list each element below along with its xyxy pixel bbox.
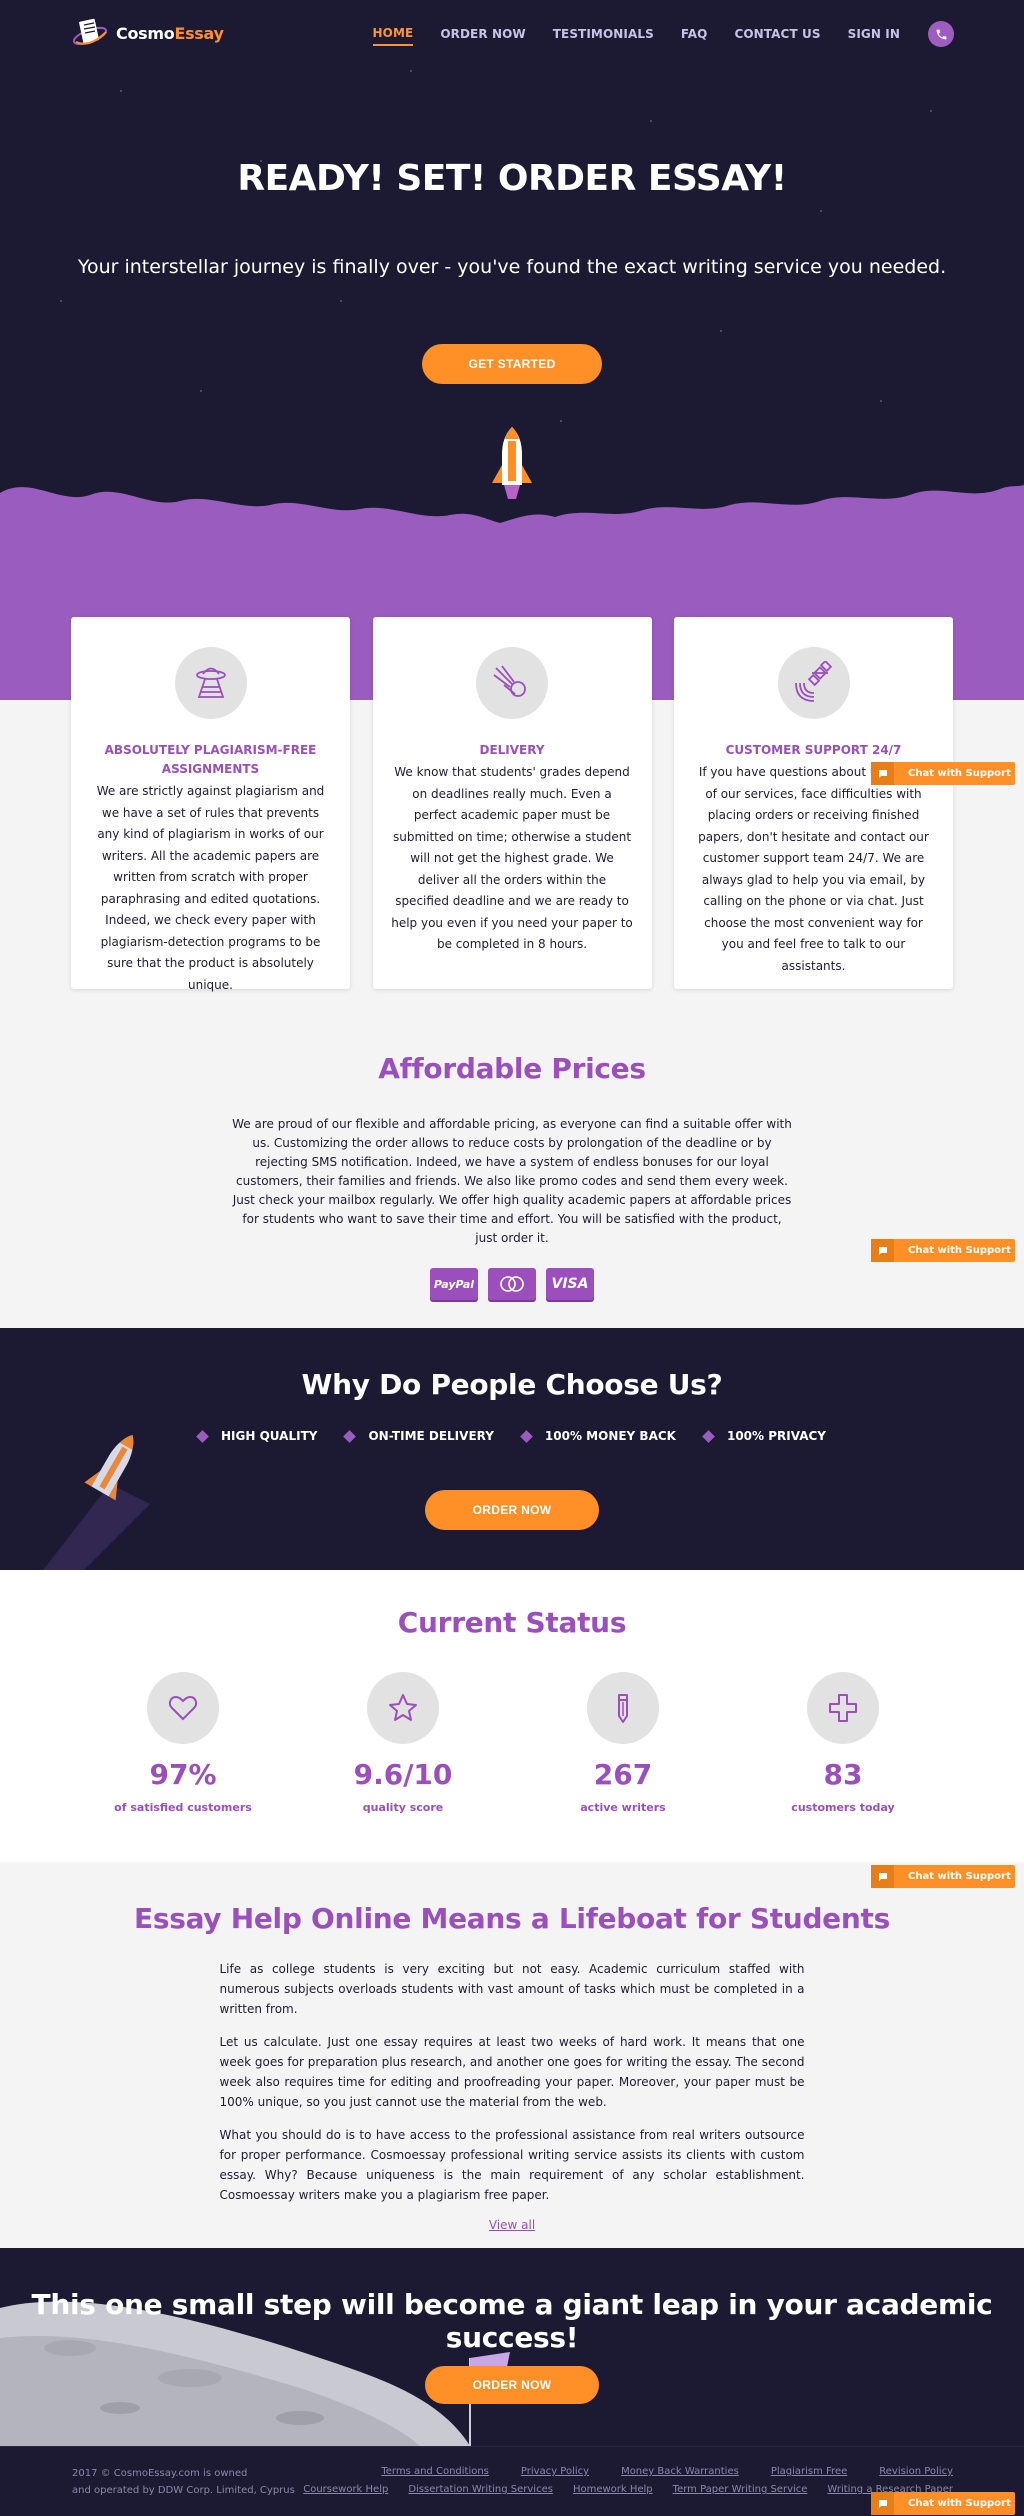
- comet-icon: [476, 647, 548, 719]
- phone-icon: [936, 29, 946, 39]
- stat-value: 97%: [149, 1758, 217, 1791]
- chat-with-support-button[interactable]: Chat with Support: [871, 762, 1015, 785]
- chat-with-support-button[interactable]: Chat with Support: [871, 1239, 1015, 1262]
- stat-label: customers today: [791, 1801, 895, 1814]
- why-benefits: HIGH QUALITY ON-TIME DELIVERY 100% MONEY…: [0, 1429, 1024, 1443]
- benefit-item: 100% MONEY BACK: [520, 1429, 676, 1443]
- paypal-badge: PayPal: [430, 1268, 478, 1300]
- footer-link[interactable]: Revision Policy: [879, 2466, 953, 2477]
- stat-value: 267: [593, 1758, 653, 1791]
- chat-with-support-button[interactable]: Chat with Support: [871, 2492, 1015, 2515]
- nav-home[interactable]: HOME: [372, 23, 414, 46]
- mastercard-icon: [488, 1268, 536, 1300]
- feature-text: We are strictly against plagiarism and w…: [96, 784, 325, 992]
- feature-title: ABSOLUTELY PLAGIARISM-FREE ASSIGNMENTS: [104, 743, 317, 776]
- feature-text: If you have questions about using any of…: [698, 765, 929, 973]
- nav-contact-us[interactable]: CONTACT US: [734, 20, 820, 48]
- satellite-icon: [777, 647, 850, 719]
- prices-section: Affordable Prices We are proud of our fl…: [0, 1000, 1024, 1328]
- chat-icon: [871, 2492, 894, 2515]
- current-status-section: Current Status 97% of satisfied customer…: [0, 1570, 1024, 1862]
- footer-link[interactable]: Dissertation Writing Services: [408, 2484, 553, 2495]
- stat-customers: 83 customers today: [748, 1672, 938, 1814]
- get-started-button[interactable]: GET STARTED: [422, 344, 602, 384]
- main-nav: HOME ORDER NOW TESTIMONIALS FAQ CONTACT …: [346, 20, 954, 48]
- feature-title: CUSTOMER SUPPORT 24/7: [725, 743, 902, 757]
- benefit-item: HIGH QUALITY: [196, 1429, 317, 1443]
- feature-card-delivery: DELIVERY We know that students' grades d…: [372, 617, 652, 989]
- feature-card-plagiarism: ABSOLUTELY PLAGIARISM-FREE ASSIGNMENTS W…: [71, 617, 350, 992]
- pencil-icon: [587, 1672, 659, 1744]
- why-title: Why Do People Choose Us?: [301, 1368, 723, 1401]
- order-now-button[interactable]: ORDER NOW: [425, 2366, 599, 2404]
- why-choose-us-section: Why Do People Choose Us? HIGH QUALITY ON…: [0, 1328, 1024, 1570]
- nav-testimonials[interactable]: TESTIMONIALS: [553, 20, 654, 48]
- feature-cards: ABSOLUTELY PLAGIARISM-FREE ASSIGNMENTS W…: [71, 617, 953, 992]
- star-icon: [367, 1672, 439, 1744]
- heart-icon: [147, 1672, 219, 1744]
- visa-badge: VISA: [546, 1268, 594, 1300]
- essay-title: Essay Help Online Means a Lifeboat for S…: [134, 1902, 890, 1935]
- footer-link[interactable]: Homework Help: [573, 2484, 653, 2495]
- diamond-icon: [702, 1429, 715, 1443]
- stat-value: 9.6/10: [353, 1758, 453, 1791]
- benefit-item: ON-TIME DELIVERY: [343, 1429, 494, 1443]
- stat-satisfied: 97% of satisfied customers: [88, 1672, 278, 1814]
- benefit-item: 100% PRIVACY: [702, 1429, 826, 1443]
- hero-subtitle: Your interstellar journey is finally ove…: [77, 256, 947, 278]
- footer-link[interactable]: Privacy Policy: [521, 2466, 589, 2477]
- feature-text: We know that students' grades depend on …: [391, 765, 633, 951]
- chat-icon: [871, 1239, 894, 1262]
- status-stats: 97% of satisfied customers 9.6/10 qualit…: [88, 1672, 938, 1814]
- nav-faq[interactable]: FAQ: [681, 20, 708, 48]
- essay-paragraph: Let us calculate. Just one essay require…: [219, 2035, 805, 2109]
- hero-section: CosmoEssay HOME ORDER NOW TESTIMONIALS F…: [0, 0, 1024, 700]
- diamond-icon: [520, 1429, 533, 1443]
- feature-title: DELIVERY: [479, 743, 545, 757]
- logo-icon: [72, 18, 108, 46]
- copyright: 2017 © CosmoEssay.com is owned and opera…: [72, 2468, 295, 2496]
- rocket-illustration: [43, 1435, 150, 1570]
- footer-link[interactable]: Terms and Conditions: [381, 2466, 489, 2477]
- stat-value: 83: [823, 1758, 863, 1791]
- hero-title: READY! SET! ORDER ESSAY!: [237, 158, 787, 199]
- essay-paragraph: What you should do is to have access to …: [219, 2128, 805, 2202]
- footer-link[interactable]: Plagiarism Free: [771, 2466, 847, 2477]
- chat-icon: [871, 762, 894, 785]
- footer-links-row-2: Coursework Help Dissertation Writing Ser…: [283, 2484, 953, 2495]
- giant-leap-section: This one small step will become a giant …: [0, 2248, 1024, 2446]
- payment-methods: PayPal VISA: [0, 1268, 1024, 1300]
- phone-button[interactable]: [928, 21, 954, 47]
- diamond-icon: [196, 1429, 209, 1443]
- essay-body: Life as college students is very excitin…: [220, 1959, 805, 2205]
- brand-name: CosmoEssay: [116, 23, 224, 43]
- stat-label: of satisfied customers: [114, 1801, 252, 1814]
- chat-icon: [871, 1865, 894, 1888]
- footer-link[interactable]: Money Back Warranties: [621, 2466, 739, 2477]
- status-title: Current Status: [397, 1606, 627, 1639]
- nav-order-now[interactable]: ORDER NOW: [440, 20, 525, 48]
- nav-sign-in[interactable]: SIGN IN: [848, 20, 900, 48]
- essay-help-section: Essay Help Online Means a Lifeboat for S…: [0, 1862, 1024, 2248]
- stat-writers: 267 active writers: [528, 1672, 718, 1814]
- feature-card-support: CUSTOMER SUPPORT 24/7 If you have questi…: [674, 617, 953, 989]
- essay-paragraph: Life as college students is very excitin…: [219, 1962, 805, 2016]
- diamond-icon: [343, 1429, 357, 1443]
- order-now-button[interactable]: ORDER NOW: [425, 1490, 599, 1530]
- plus-icon: [807, 1672, 879, 1744]
- footer-link[interactable]: Term Paper Writing Service: [673, 2484, 808, 2495]
- chat-with-support-button[interactable]: Chat with Support: [871, 1865, 1015, 1888]
- stat-label: quality score: [362, 1801, 444, 1814]
- prices-text: We are proud of our flexible and afforda…: [232, 1117, 792, 1245]
- leap-title: This one small step will become a giant …: [31, 2288, 993, 2354]
- stat-quality: 9.6/10 quality score: [308, 1672, 498, 1814]
- footer-link[interactable]: Coursework Help: [303, 2484, 388, 2495]
- stat-label: active writers: [580, 1801, 666, 1814]
- prices-title: Affordable Prices: [378, 1052, 646, 1085]
- brand-logo[interactable]: CosmoEssay: [72, 14, 224, 52]
- view-all-link[interactable]: View all: [0, 2218, 1024, 2232]
- footer-links-row-1: Terms and Conditions Privacy Policy Mone…: [349, 2466, 953, 2477]
- ufo-icon: [174, 647, 247, 719]
